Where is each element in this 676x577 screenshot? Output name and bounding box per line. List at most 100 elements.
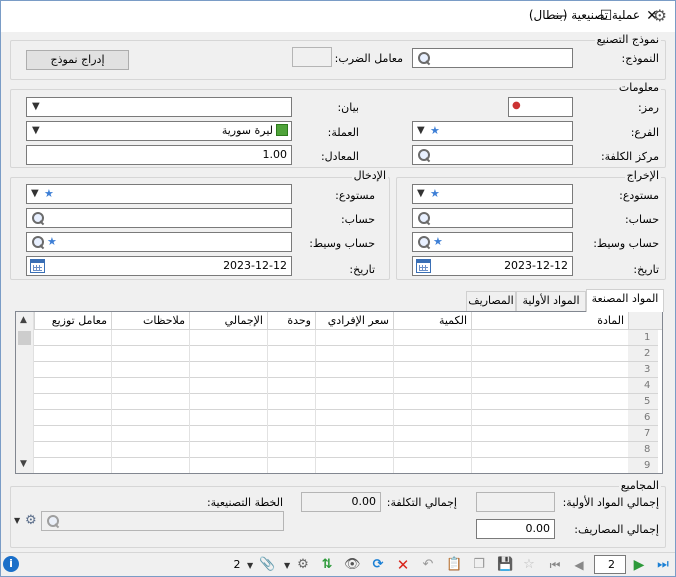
delete-icon[interactable]: ✕ <box>395 557 411 573</box>
column-header[interactable]: الكمية <box>393 312 471 330</box>
column-header[interactable]: معامل توزيع <box>34 312 111 330</box>
tab-raw-materials[interactable]: المواد الأولية <box>516 291 586 311</box>
planner-icon[interactable]: ⚙ <box>25 513 37 528</box>
undo-icon[interactable]: ↶ <box>420 557 436 573</box>
money-icon <box>276 124 288 136</box>
row-number[interactable]: 5 <box>628 394 658 410</box>
plan-label: الخطة التصنيعية: <box>206 496 283 509</box>
input-date-field[interactable]: 2023-12-12 <box>26 256 292 276</box>
search-icon[interactable] <box>31 235 45 249</box>
column-header[interactable]: ملاحظات <box>111 312 189 330</box>
model-label: النموذج: <box>621 52 659 65</box>
window: ✕ ☐ — عملية تصنيعية (بنطال) ⚙ نموذج التص… <box>0 0 676 577</box>
column-header[interactable]: وحدة <box>267 312 315 330</box>
input-warehouse-label: مستودع: <box>335 189 375 202</box>
star-icon[interactable]: ★ <box>44 187 54 200</box>
output-account-field[interactable] <box>412 208 573 228</box>
insert-model-button[interactable]: إدراج نموذج <box>26 50 129 70</box>
code-field[interactable]: ● <box>508 97 573 117</box>
input-warehouse-field[interactable]: ▼ ★ <box>26 184 292 204</box>
column-header[interactable]: المادة <box>471 312 628 330</box>
factor-field[interactable] <box>292 47 332 67</box>
search-icon[interactable] <box>31 211 45 225</box>
first-record-icon[interactable]: ⏮ <box>547 557 563 573</box>
column-divider <box>111 330 112 473</box>
rate-field[interactable]: 1.00 <box>26 145 292 165</box>
statement-field[interactable]: ▼ <box>26 97 292 117</box>
search-icon[interactable] <box>417 148 431 162</box>
row-number[interactable]: 8 <box>628 442 658 458</box>
scroll-thumb[interactable] <box>18 331 31 345</box>
search-icon[interactable] <box>417 51 431 65</box>
column-header[interactable]: الإجمالي <box>189 312 267 330</box>
tab-manufactured-materials[interactable]: المواد المصنعة <box>586 289 664 312</box>
star-icon[interactable]: ★ <box>433 235 443 248</box>
chevron-down-icon[interactable]: ▼ <box>32 125 40 136</box>
chevron-down-icon[interactable]: ▼ <box>284 561 290 570</box>
settings-icon[interactable]: ⚙ <box>295 557 311 573</box>
row-number[interactable]: 4 <box>628 378 658 394</box>
factor-label: معامل الضرب: <box>334 52 403 65</box>
column-divider <box>471 330 472 473</box>
output-warehouse-label: مستودع: <box>619 189 659 202</box>
raw-total-field <box>476 492 555 512</box>
copy-icon[interactable]: ❐ <box>471 557 487 573</box>
currency-field[interactable]: ▼ ليرة سورية <box>26 121 292 141</box>
page-input[interactable]: 2 <box>594 555 626 574</box>
chevron-down-icon[interactable]: ▼ <box>32 101 40 112</box>
output-date-field[interactable]: 2023-12-12 <box>412 256 573 276</box>
chevron-down-icon[interactable]: ▼ <box>417 188 425 199</box>
row-divider <box>34 457 628 458</box>
plan-field[interactable] <box>41 511 284 531</box>
star-icon[interactable]: ★ <box>430 124 440 137</box>
search-icon[interactable] <box>46 514 60 528</box>
chevron-down-icon[interactable]: ▼ <box>14 516 20 525</box>
row-number[interactable]: 6 <box>628 410 658 426</box>
tab-expenses[interactable]: المصاريف <box>466 291 516 311</box>
row-divider <box>34 473 628 474</box>
output-warehouse-field[interactable]: ▼ ★ <box>412 184 573 204</box>
row-number[interactable]: 7 <box>628 426 658 442</box>
cost-center-field[interactable] <box>412 145 573 165</box>
gear-icon[interactable]: ⚙ <box>653 6 667 25</box>
row-divider <box>34 409 628 410</box>
row-number[interactable]: 2 <box>628 346 658 362</box>
scroll-down-icon[interactable]: ▼ <box>20 459 27 469</box>
row-number[interactable]: 9 <box>628 458 658 473</box>
input-intermediate-field[interactable]: ★ <box>26 232 292 252</box>
save-icon[interactable]: 💾 <box>497 557 513 573</box>
next-record-icon[interactable]: ▶ <box>631 557 647 573</box>
star-icon[interactable]: ★ <box>430 187 440 200</box>
search-icon[interactable] <box>417 211 431 225</box>
refresh-icon[interactable]: ⟳ <box>370 557 386 573</box>
chevron-down-icon[interactable]: ▼ <box>417 125 425 136</box>
input-account-field[interactable] <box>26 208 292 228</box>
code-label: رمز: <box>638 101 659 114</box>
scroll-up-icon[interactable]: ▲ <box>20 315 27 325</box>
row-number[interactable]: 1 <box>628 330 658 346</box>
calendar-icon[interactable] <box>30 259 45 273</box>
column-divider <box>267 330 268 473</box>
record-count: 2 <box>233 558 241 571</box>
info-icon[interactable]: i <box>3 556 19 572</box>
last-record-icon[interactable]: ⏭ <box>655 557 671 573</box>
previous-record-icon[interactable]: ◀ <box>571 557 587 573</box>
paste-icon[interactable]: 📋 <box>446 557 462 573</box>
chevron-down-icon[interactable]: ▼ <box>247 561 253 570</box>
row-number[interactable]: 3 <box>628 362 658 378</box>
chevron-down-icon[interactable]: ▼ <box>31 188 39 199</box>
search-icon[interactable] <box>417 235 431 249</box>
favorite-icon[interactable]: ☆ <box>521 557 537 573</box>
output-intermediate-field[interactable]: ★ <box>412 232 573 252</box>
column-header[interactable]: سعر الإفرادي <box>315 312 393 330</box>
materials-grid[interactable]: ▲ ▼ معامل توزيع ملاحظات الإجمالي وحدة سع… <box>15 311 663 474</box>
attachment-icon[interactable]: 📎 <box>259 557 275 573</box>
star-icon[interactable]: ★ <box>47 235 57 248</box>
vertical-scrollbar[interactable]: ▲ ▼ <box>16 312 34 473</box>
cost-total-label: إجمالي التكلفة: <box>386 496 457 509</box>
branch-field[interactable]: ▼ ★ <box>412 121 573 141</box>
model-field[interactable] <box>412 48 573 68</box>
sort-icon[interactable]: ⇅ <box>319 557 335 573</box>
view-icon[interactable]: 👁 <box>344 557 361 573</box>
calendar-icon[interactable] <box>416 259 431 273</box>
